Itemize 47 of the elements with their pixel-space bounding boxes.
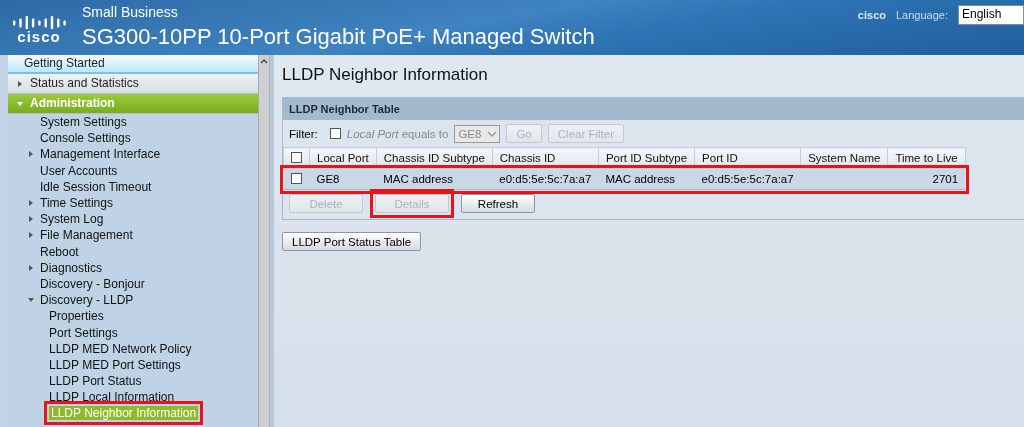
nav-item[interactable]: Discovery - Bonjour [40, 276, 145, 291]
filter-text: Local Port equals to [346, 127, 449, 140]
nav-item[interactable]: LLDP Local Information [49, 390, 175, 405]
nav-item[interactable]: Time Settings [40, 196, 113, 211]
nav-item[interactable]: System Log [40, 212, 104, 227]
port-status-table-button[interactable]: LLDP Port Status Table [282, 232, 422, 251]
nav-item[interactable]: Getting Started [8, 55, 258, 74]
row-checkbox[interactable] [290, 172, 302, 184]
nav-item[interactable]: Diagnostics [40, 260, 103, 275]
language-select[interactable]: English [958, 5, 1024, 25]
refresh-button[interactable]: Refresh [461, 194, 535, 213]
expand-arrow-icon[interactable] [16, 79, 24, 88]
nav-item[interactable]: LLDP Port Status [49, 374, 142, 389]
nav-item[interactable]: LLDP MED Network Policy [49, 341, 192, 356]
table-cell: MAC address [383, 173, 453, 185]
filter-checkbox[interactable] [329, 128, 341, 139]
table-cell: MAC address [605, 173, 676, 185]
nav-item[interactable]: Discovery - LLDP [40, 293, 134, 308]
nav-item[interactable]: File Management [40, 228, 133, 243]
filter-label: Filter: [289, 127, 318, 140]
product-line: Small Business [82, 4, 179, 20]
table-cell: 2701 [932, 173, 959, 185]
expand-arrow-icon[interactable] [27, 150, 35, 159]
table-cell: e0:d5:5e:5c:7a:a7 [701, 173, 794, 185]
nav-item[interactable]: Port Settings [49, 325, 118, 340]
expand-arrow-icon[interactable] [27, 263, 35, 272]
language-label: Language: [896, 9, 948, 21]
nav-section[interactable]: Status and Statistics [8, 74, 258, 94]
nav-item[interactable]: System Settings [40, 115, 127, 130]
nav-item[interactable]: Properties [49, 309, 104, 324]
logo-bars-icon [11, 13, 67, 29]
nav-item[interactable]: LLDP MED Port Settings [49, 357, 181, 372]
nav-item[interactable]: Console Settings [40, 131, 131, 146]
table-cell: e0:d5:5e:5c:7a:a7 [499, 173, 592, 185]
nav-item[interactable]: Reboot [40, 244, 79, 259]
nav-item[interactable]: User Accounts [40, 163, 118, 178]
panel-title: LLDP Neighbor Table [283, 98, 1024, 120]
user-link[interactable]: cisco [857, 9, 886, 21]
page-title: LLDP Neighbor Information [282, 65, 489, 85]
nav-item[interactable]: Idle Session Timeout [40, 179, 152, 194]
logo-text: cisco [17, 29, 61, 45]
scroll-up-icon[interactable] [260, 58, 268, 64]
table-cell: GE8 [316, 173, 340, 185]
device-title: SG300-10PP 10-Port Gigabit PoE+ Managed Switch [82, 23, 595, 51]
select-all-checkbox[interactable] [291, 151, 302, 163]
scrollbar[interactable] [258, 55, 269, 427]
nav-item[interactable]: Management Interface [40, 147, 161, 162]
